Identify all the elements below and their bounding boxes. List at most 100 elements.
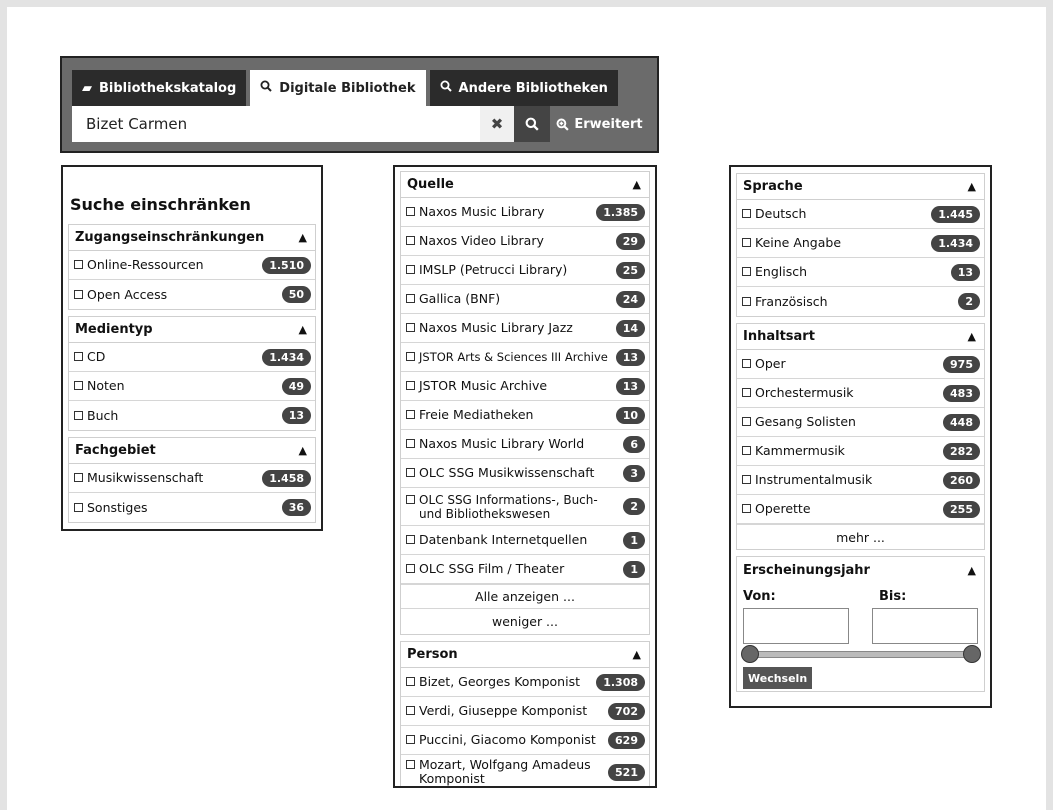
facet-title[interactable]: Medientyp ▲ [69,317,315,343]
facet-item[interactable]: Open Access 50 [69,280,315,309]
year-from-input[interactable] [743,608,849,644]
facet-item[interactable]: Freie Mediatheken 10 [401,401,649,430]
checkbox-icon[interactable] [406,706,415,715]
collapse-icon: ▲ [298,444,307,457]
facet-item[interactable]: JSTOR Arts & Sciences III Archive 13 [401,343,649,372]
checkbox-icon[interactable] [742,504,751,513]
checkbox-icon[interactable] [406,439,415,448]
checkbox-icon[interactable] [406,265,415,274]
checkbox-icon[interactable] [406,207,415,216]
checkbox-icon[interactable] [74,410,83,420]
tab-bibliothekskatalog[interactable]: ▰ Bibliothekskatalog [72,70,247,106]
facet-title[interactable]: Zugangseinschränkungen ▲ [69,225,315,251]
checkbox-icon[interactable] [406,677,415,686]
checkbox-icon[interactable] [406,735,415,744]
facet-title[interactable]: Inhaltsart ▲ [737,324,984,350]
checkbox-icon[interactable] [742,359,751,368]
facet-item[interactable]: Instrumentalmusik 260 [737,466,984,495]
facet-item[interactable]: Mozart, Wolfgang Amadeus Komponist 521 [401,755,649,786]
year-slider-track[interactable] [749,651,973,658]
apply-button[interactable]: Wechseln [743,667,813,689]
facet-item[interactable]: Puccini, Giacomo Komponist 629 [401,726,649,755]
checkbox-icon[interactable] [406,323,415,332]
facet-item[interactable]: Naxos Music Library 1.385 [401,198,649,227]
checkbox-icon[interactable] [742,446,751,455]
facet-title[interactable]: Quelle ▲ [401,172,649,198]
slider-handle-max[interactable] [963,645,981,663]
checkbox-icon[interactable] [406,468,415,477]
facet-item[interactable]: Datenbank Internetquellen 1 [401,526,649,555]
facet-item[interactable]: Französisch 2 [737,287,984,316]
year-to-input[interactable] [872,608,978,644]
checkbox-icon[interactable] [742,296,751,306]
checkbox-icon[interactable] [74,381,83,390]
facet-item[interactable]: Sonstiges 36 [69,493,315,522]
count-badge: 2 [958,293,980,310]
count-badge: 702 [608,702,645,720]
facet-item[interactable]: Deutsch 1.445 [737,200,984,229]
facet-item[interactable]: Buch 13 [69,401,315,430]
zoom-in-icon [556,118,570,131]
facet-title[interactable]: Sprache ▲ [737,174,984,200]
facet-item[interactable]: Kammermusik 282 [737,437,984,466]
checkbox-icon[interactable] [74,260,83,269]
facet-item[interactable]: Englisch 13 [737,258,984,287]
checkbox-icon[interactable] [74,473,83,482]
show-less-link[interactable]: weniger ... [401,609,649,634]
facet-item[interactable]: Oper 975 [737,350,984,379]
show-all-link[interactable]: Alle anzeigen ... [401,584,649,609]
facet-item[interactable]: Verdi, Giuseppe Komponist 702 [401,697,649,726]
checkbox-icon[interactable] [742,238,751,247]
advanced-search-button[interactable]: Erweitert [550,106,649,142]
checkbox-icon[interactable] [406,494,415,504]
checkbox-icon[interactable] [406,236,415,245]
facet-item[interactable]: OLC SSG Film / Theater 1 [401,555,649,584]
facet-item[interactable]: Operette 255 [737,495,984,524]
more-link[interactable]: mehr ... [737,524,984,549]
facet-item[interactable]: JSTOR Music Archive 13 [401,372,649,401]
facet-item[interactable]: Noten 49 [69,372,315,401]
facet-item[interactable]: Naxos Video Library 29 [401,227,649,256]
facet-item[interactable]: Bizet, Georges Komponist 1.308 [401,668,649,697]
facet-title[interactable]: Person ▲ [401,642,649,668]
checkbox-icon[interactable] [742,388,751,397]
facet-item[interactable]: IMSLP (Petrucci Library) 25 [401,256,649,285]
tab-digitale-bibliothek[interactable]: Digitale Bibliothek [250,70,426,106]
checkbox-icon[interactable] [406,381,415,390]
facet-item[interactable]: Musikwissenschaft 1.458 [69,464,315,493]
checkbox-icon[interactable] [406,760,415,769]
checkbox-icon[interactable] [742,209,751,218]
checkbox-icon[interactable] [74,289,83,299]
count-badge: 24 [615,290,645,308]
checkbox-icon[interactable] [742,417,751,426]
facet-title[interactable]: Erscheinungsjahr ▲ [737,557,984,583]
checkbox-icon[interactable] [406,352,415,361]
facet-item[interactable]: Gesang Solisten 448 [737,408,984,437]
facet-item[interactable]: Orchestermusik 483 [737,379,984,408]
slider-handle-min[interactable] [741,645,759,663]
facet-item[interactable]: CD 1.434 [69,343,315,372]
facet-item[interactable]: Naxos Music Library Jazz 14 [401,314,649,343]
facet-item[interactable]: Online-Ressourcen 1.510 [69,251,315,280]
checkbox-icon[interactable] [406,410,415,419]
tab-andere-bibliotheken[interactable]: Andere Bibliotheken [429,70,618,106]
checkbox-icon[interactable] [742,475,751,484]
checkbox-icon[interactable] [406,564,415,573]
clear-button[interactable]: ✖ [480,106,514,142]
search-input[interactable] [72,106,480,142]
search-button[interactable] [514,106,550,142]
checkbox-icon[interactable] [74,502,83,512]
count-badge: 13 [615,377,645,395]
facet-item[interactable]: Keine Angabe 1.434 [737,229,984,258]
facet-item[interactable]: Naxos Music Library World 6 [401,430,649,459]
facet-item[interactable]: OLC SSG Musikwissenschaft 3 [401,459,649,488]
checkbox-icon[interactable] [742,267,751,276]
facet-item[interactable]: OLC SSG Informations-, Buch- und Bibliot… [401,488,649,526]
tab-label: Digitale Bibliothek [279,80,416,96]
facet-item[interactable]: Gallica (BNF) 24 [401,285,649,314]
checkbox-icon[interactable] [406,535,415,544]
checkbox-icon[interactable] [74,352,83,361]
facet-title[interactable]: Fachgebiet ▲ [69,438,315,464]
collapse-icon: ▲ [967,563,976,577]
checkbox-icon[interactable] [406,294,415,303]
